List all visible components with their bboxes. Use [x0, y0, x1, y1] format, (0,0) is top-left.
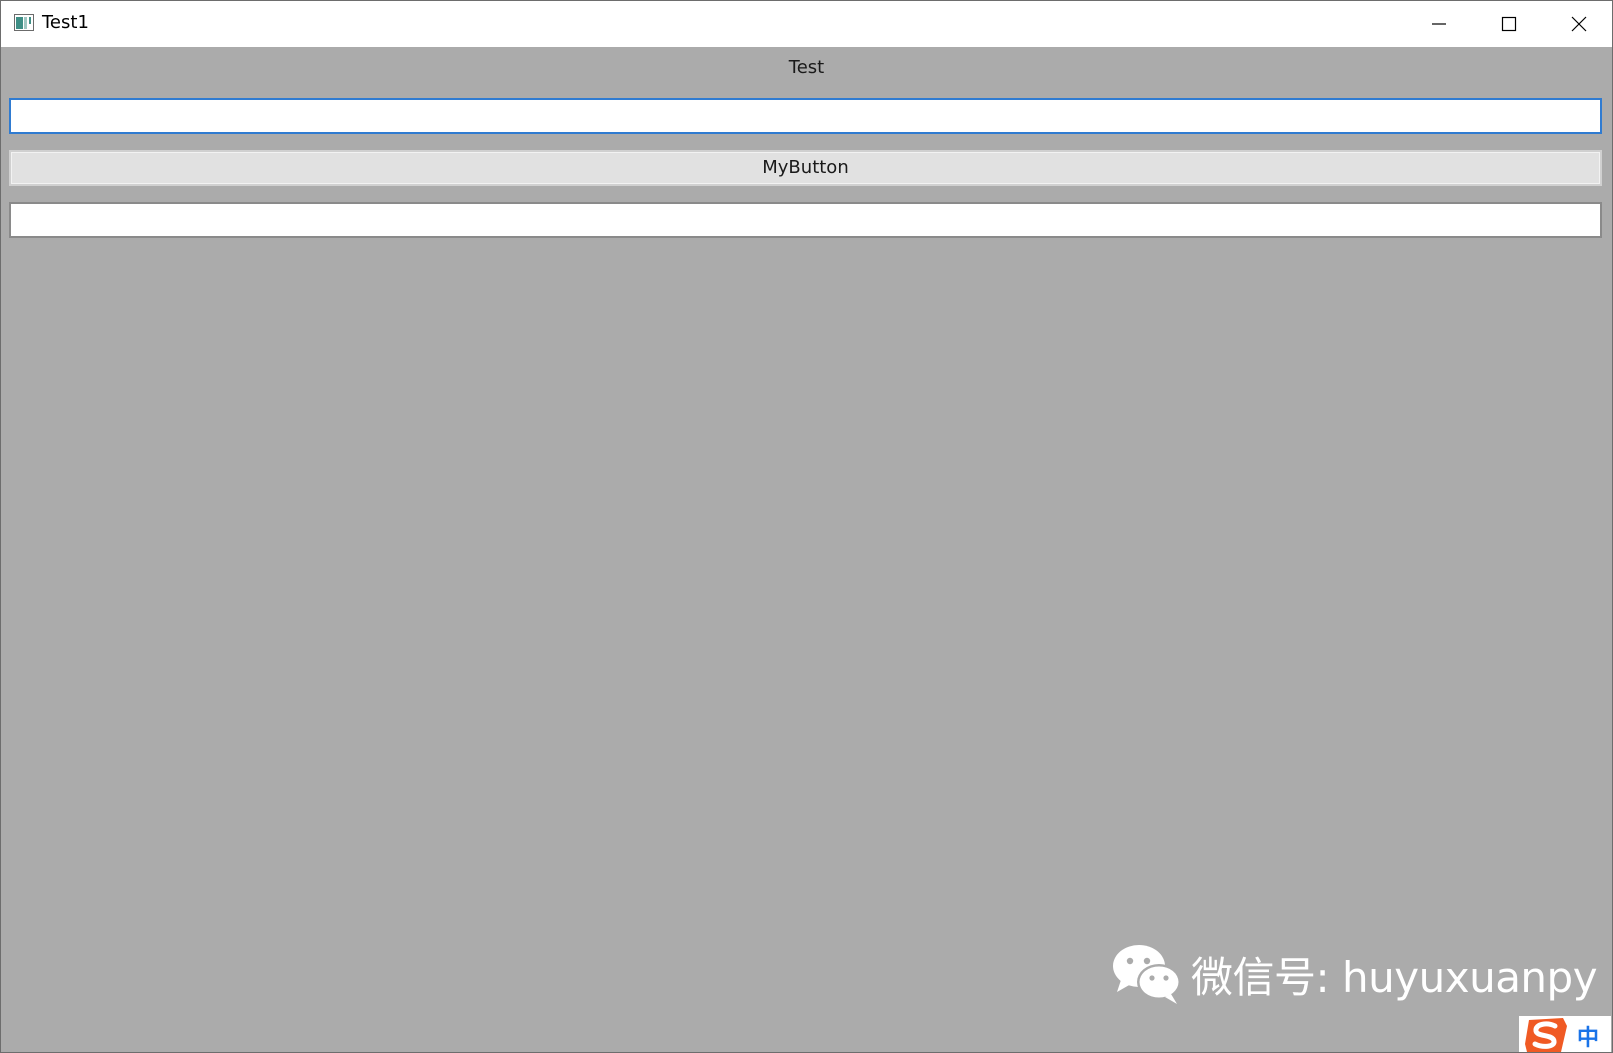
top-text-input[interactable] — [9, 98, 1602, 134]
client-area: Test MyButton — [1, 47, 1612, 1052]
minimize-icon — [1432, 23, 1446, 25]
maximize-button[interactable] — [1474, 1, 1544, 47]
wechat-icon — [1113, 945, 1181, 1004]
app-window: Test1 Test MyButton 微信号: huyuxuanpy 中 — [0, 0, 1613, 1053]
close-icon — [1571, 16, 1587, 32]
ime-mode-label: 中 — [1577, 1026, 1600, 1051]
minimize-button[interactable] — [1404, 1, 1474, 47]
maximize-icon — [1501, 16, 1517, 32]
window-title: Test1 — [42, 12, 89, 33]
watermark-text: 微信号: huyuxuanpy — [1191, 952, 1598, 1002]
sogou-icon — [1525, 1018, 1567, 1052]
app-icon — [14, 14, 34, 31]
bottom-text-input[interactable] — [9, 202, 1602, 238]
my-button[interactable]: MyButton — [9, 150, 1602, 186]
close-button[interactable] — [1544, 1, 1612, 47]
title-bar[interactable]: Test1 — [1, 1, 1612, 47]
ime-indicator[interactable]: 中 — [1519, 1016, 1611, 1052]
watermark: 微信号: huyuxuanpy — [1111, 939, 1598, 1009]
page-heading: Test — [788, 57, 825, 78]
